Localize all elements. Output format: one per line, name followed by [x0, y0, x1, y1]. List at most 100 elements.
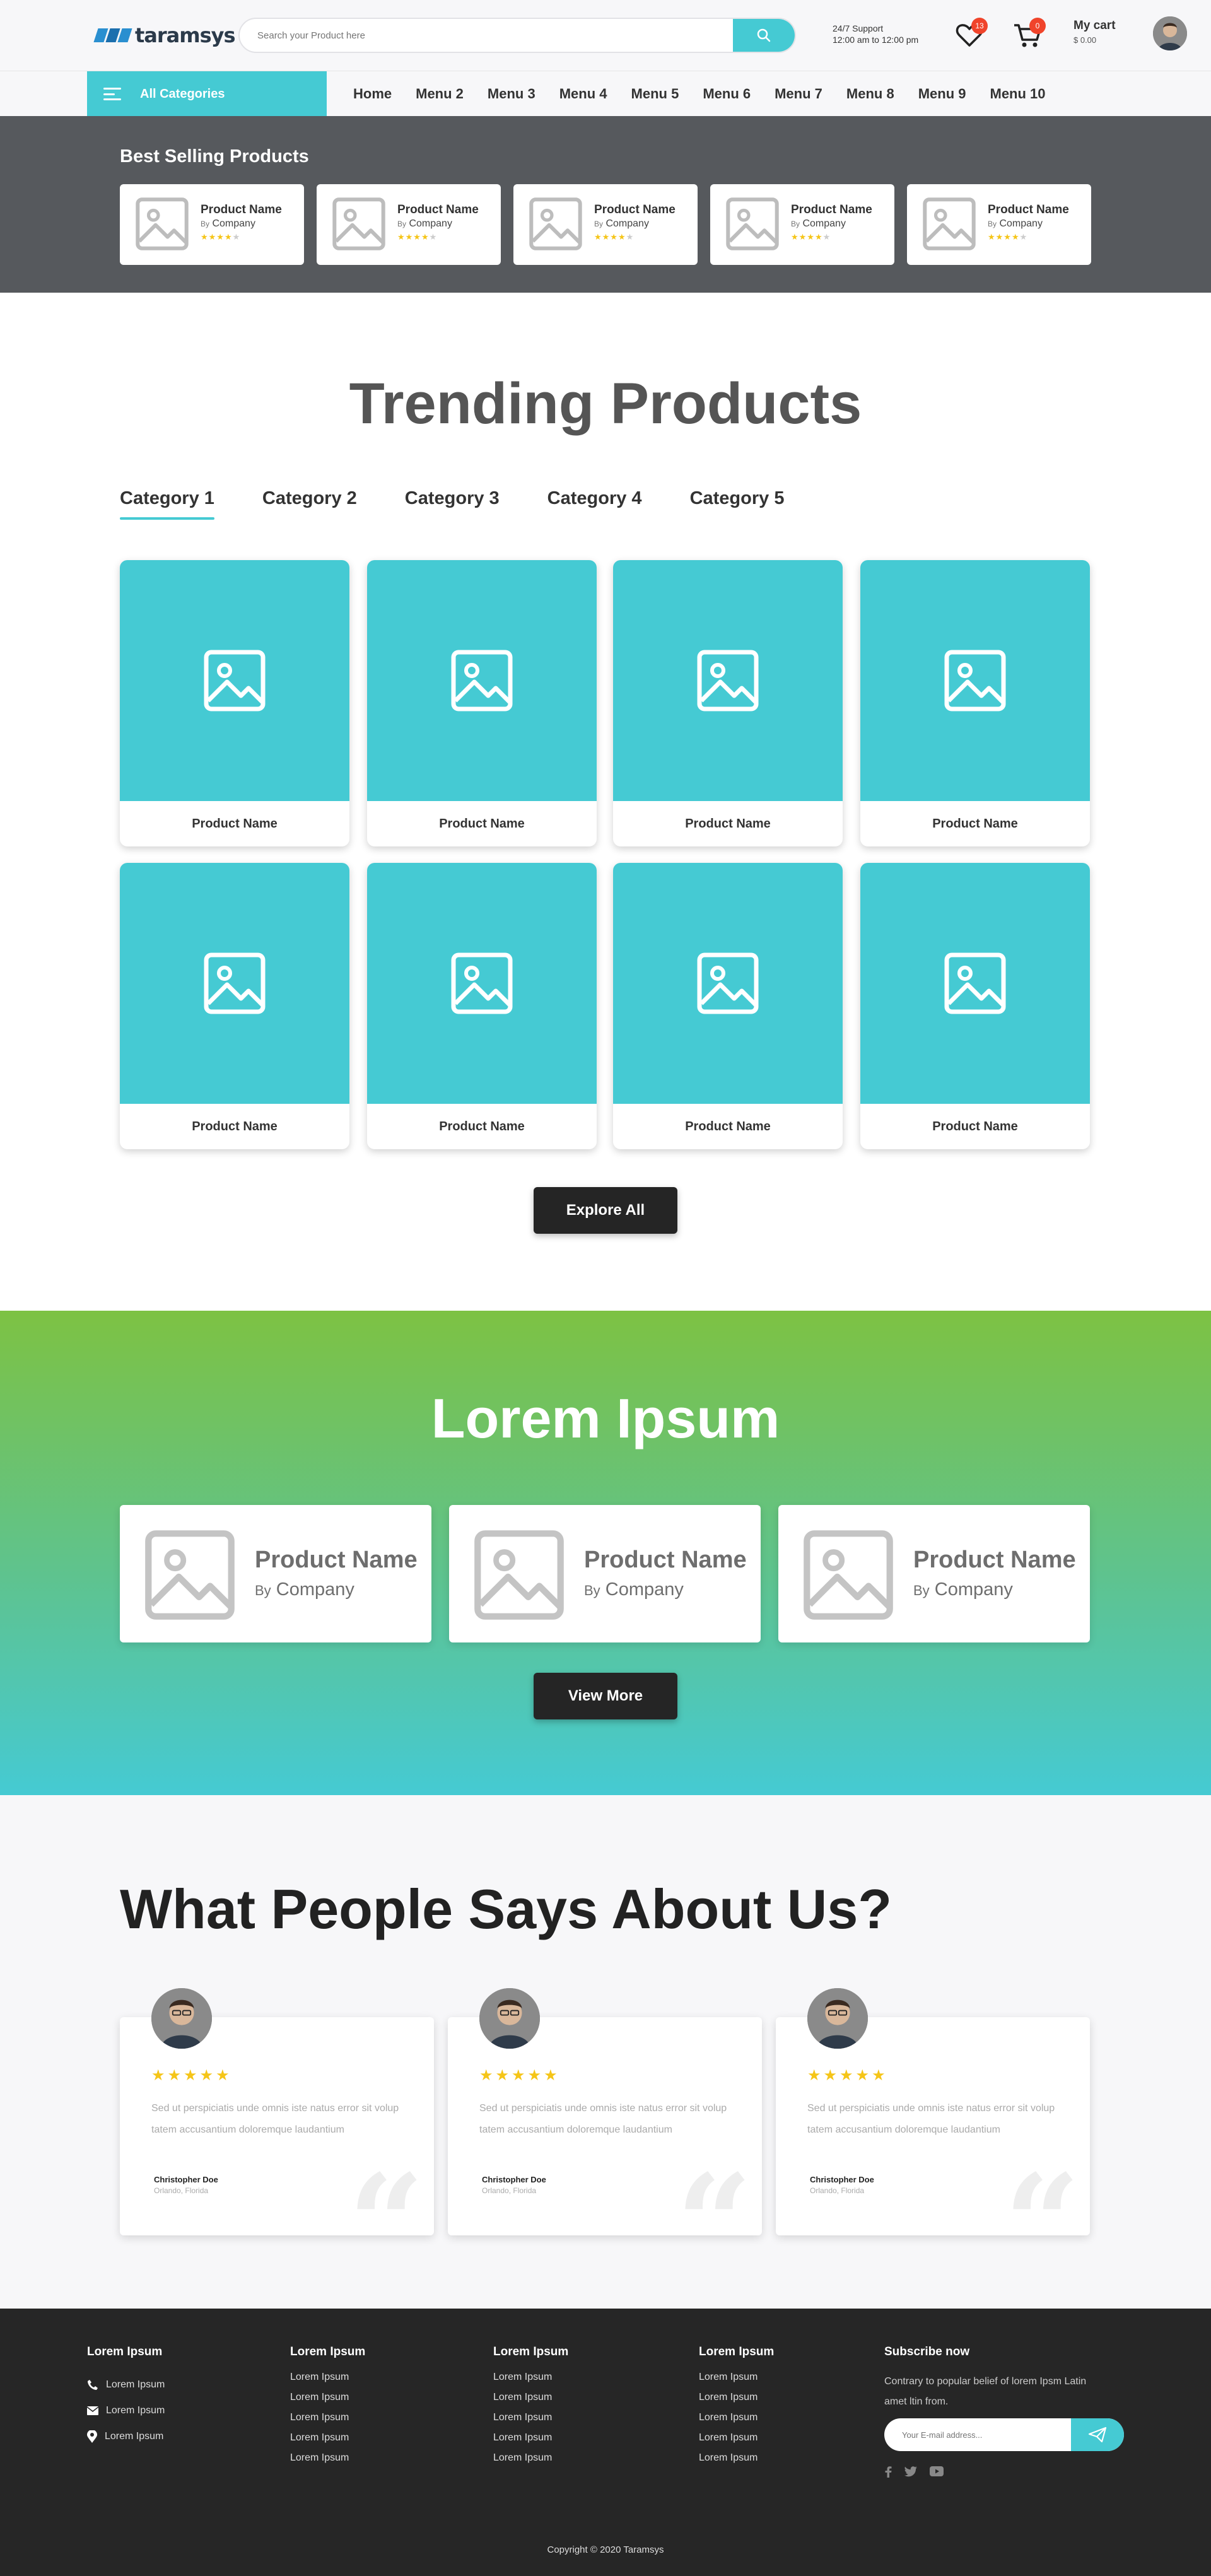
- reviewer-avatar-icon: [479, 1988, 540, 2049]
- product-company: By Company: [988, 218, 1043, 230]
- footer-phone[interactable]: Lorem Ipsum: [87, 2372, 165, 2397]
- best-selling-card[interactable]: Product Name By Company ★★★★★: [907, 184, 1091, 265]
- product-image: [367, 560, 597, 801]
- product-image: [613, 560, 843, 801]
- product-thumbnail: [144, 1529, 236, 1621]
- view-more-button[interactable]: View More: [534, 1673, 677, 1719]
- star-rating: ★★★★★: [201, 232, 241, 242]
- menu-item-2[interactable]: Menu 2: [416, 86, 464, 102]
- featured-product-card[interactable]: Product Name By Company: [120, 1505, 431, 1642]
- product-card[interactable]: Product Name: [367, 863, 597, 1149]
- footer-link[interactable]: Lorem Ipsum: [493, 2392, 568, 2412]
- product-image: [613, 863, 843, 1104]
- footer-link[interactable]: Lorem Ipsum: [493, 2452, 568, 2473]
- best-selling-card[interactable]: Product Name By Company ★★★★★: [710, 184, 894, 265]
- best-selling-card[interactable]: Product Name By Company ★★★★★: [317, 184, 501, 265]
- footer-link[interactable]: Lorem Ipsum: [493, 2412, 568, 2432]
- product-thumbnail: [473, 1529, 565, 1621]
- footer-link[interactable]: Lorem Ipsum: [493, 2372, 568, 2392]
- footer-link[interactable]: Lorem Ipsum: [290, 2452, 365, 2473]
- product-card[interactable]: Product Name: [613, 560, 843, 846]
- featured-section: Lorem Ipsum Product Name By Company Produc…: [0, 1311, 1211, 1795]
- send-icon: [1088, 2427, 1107, 2443]
- best-selling-title: Best Selling Products: [120, 146, 309, 167]
- product-image: [120, 560, 349, 801]
- tab-category-3[interactable]: Category 3: [405, 488, 500, 521]
- footer-link[interactable]: Lorem Ipsum: [290, 2432, 365, 2452]
- tab-category-4[interactable]: Category 4: [547, 488, 642, 521]
- footer-email[interactable]: Lorem Ipsum: [87, 2397, 165, 2423]
- menu-item-home[interactable]: Home: [353, 86, 392, 102]
- product-card[interactable]: Product Name: [613, 863, 843, 1149]
- star-rating: ★★★★★: [397, 232, 438, 242]
- cart-summary[interactable]: My cart $ 0.00: [1074, 19, 1116, 45]
- product-name: Product Name: [594, 203, 676, 216]
- footer-link[interactable]: Lorem Ipsum: [699, 2392, 774, 2412]
- product-company: By Company: [594, 218, 649, 230]
- footer-link[interactable]: Lorem Ipsum: [699, 2412, 774, 2432]
- footer-address-text: Lorem Ipsum: [105, 2430, 164, 2442]
- by-label: By: [255, 1583, 271, 1598]
- footer-link[interactable]: Lorem Ipsum: [699, 2432, 774, 2452]
- best-selling-card[interactable]: Product Name By Company ★★★★★: [513, 184, 698, 265]
- product-card[interactable]: Product Name: [367, 560, 597, 846]
- footer-link[interactable]: Lorem Ipsum: [290, 2392, 365, 2412]
- footer-link[interactable]: Lorem Ipsum: [290, 2372, 365, 2392]
- footer-link[interactable]: Lorem Ipsum: [699, 2452, 774, 2473]
- menu-item-3[interactable]: Menu 3: [488, 86, 535, 102]
- youtube-icon[interactable]: [930, 2466, 944, 2476]
- logo-mark-icon: [93, 26, 132, 44]
- menu-item-6[interactable]: Menu 6: [703, 86, 751, 102]
- menu-item-10[interactable]: Menu 10: [990, 86, 1046, 102]
- company-name: Company: [276, 1579, 354, 1600]
- brand-logo[interactable]: taramsys: [93, 23, 236, 48]
- explore-all-button[interactable]: Explore All: [534, 1187, 677, 1234]
- product-card[interactable]: Product Name: [860, 560, 1090, 846]
- company-name: Company: [934, 1579, 1013, 1600]
- search-input[interactable]: [257, 19, 737, 52]
- footer-link[interactable]: Lorem Ipsum: [699, 2372, 774, 2392]
- product-card[interactable]: Product Name: [120, 863, 349, 1149]
- product-card[interactable]: Product Name: [120, 560, 349, 846]
- menu-item-7[interactable]: Menu 7: [775, 86, 822, 102]
- star-rating: ★★★★★: [791, 232, 831, 242]
- footer-link[interactable]: Lorem Ipsum: [493, 2432, 568, 2452]
- twitter-icon[interactable]: [904, 2466, 917, 2477]
- testimonial-card: ★★★★★ Sed ut perspiciatis unde omnis iste…: [120, 1988, 434, 2235]
- subscribe-button[interactable]: [1071, 2418, 1124, 2451]
- footer-column-title: Lorem Ipsum: [699, 2345, 775, 2358]
- by-label: By: [201, 220, 210, 228]
- image-placeholder-icon: [529, 197, 582, 250]
- image-placeholder-icon: [697, 952, 759, 1014]
- menu-item-8[interactable]: Menu 8: [846, 86, 894, 102]
- reviewer-location: Orlando, Florida: [482, 2186, 537, 2195]
- user-avatar-icon: [1153, 16, 1187, 50]
- tab-category-5[interactable]: Category 5: [690, 488, 785, 521]
- product-thumbnail: [135, 197, 189, 251]
- cart-button[interactable]: 0: [1012, 18, 1046, 50]
- copyright: Copyright © 2020 Taramsys: [547, 2544, 664, 2555]
- facebook-icon[interactable]: [884, 2466, 892, 2478]
- by-label: By: [584, 1583, 600, 1598]
- reviewer-avatar-icon: [151, 1988, 212, 2049]
- featured-product-card[interactable]: Product Name By Company: [449, 1505, 761, 1642]
- product-card[interactable]: Product Name: [860, 863, 1090, 1149]
- footer-address[interactable]: Lorem Ipsum: [87, 2423, 165, 2449]
- tab-category-2[interactable]: Category 2: [262, 488, 357, 521]
- reviewer-name: Christopher Doe: [482, 2175, 546, 2184]
- menu-item-9[interactable]: Menu 9: [918, 86, 966, 102]
- all-categories-button[interactable]: All Categories: [87, 71, 327, 117]
- tab-category-1[interactable]: Category 1: [120, 488, 214, 521]
- menu-item-5[interactable]: Menu 5: [631, 86, 679, 102]
- product-company: By Company: [913, 1579, 1013, 1600]
- menu-item-4[interactable]: Menu 4: [559, 86, 607, 102]
- footer-link[interactable]: Lorem Ipsum: [290, 2412, 365, 2432]
- featured-product-card[interactable]: Product Name By Company: [778, 1505, 1090, 1642]
- product-image: [367, 863, 597, 1104]
- user-avatar[interactable]: [1153, 16, 1187, 50]
- subscribe-email-input[interactable]: [902, 2418, 1066, 2451]
- product-image: [860, 863, 1090, 1104]
- search-button[interactable]: [733, 19, 795, 52]
- wishlist-button[interactable]: 13: [954, 18, 988, 50]
- best-selling-card[interactable]: Product Name By Company ★★★★★: [120, 184, 304, 265]
